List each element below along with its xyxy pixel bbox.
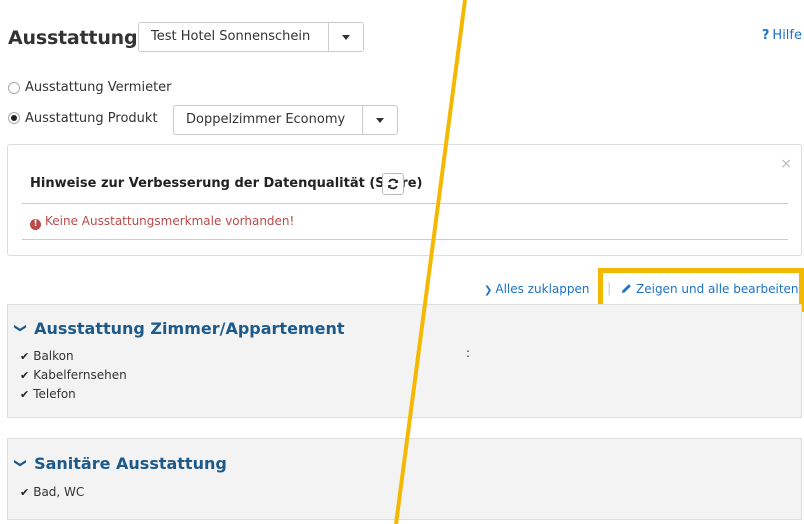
radio-vermieter[interactable] — [8, 82, 20, 94]
list-item: ✔ Telefon — [20, 387, 76, 401]
section-room-header[interactable]: ❯ Ausstattung Zimmer/Appartement — [14, 319, 345, 338]
collapse-all-label: Alles zuklappen — [495, 282, 590, 296]
refresh-icon — [388, 178, 398, 190]
exclamation-icon: ! — [30, 219, 41, 230]
quality-panel-title: Hinweise zur Verbesserung der Datenquali… — [30, 176, 423, 191]
list-item-label: Bad, WC — [33, 485, 85, 499]
page-title: Ausstattung — [8, 27, 138, 49]
radio-produkt-label[interactable]: Ausstattung Produkt — [25, 111, 158, 126]
section-sanitary — [7, 438, 802, 520]
divider — [22, 239, 788, 240]
room-select-value: Doppelzimmer Economy — [186, 112, 346, 127]
list-item-label: Kabelfernsehen — [33, 368, 127, 382]
check-icon: ✔ — [20, 369, 30, 382]
collapse-all-link[interactable]: ❯ Alles zuklappen — [484, 282, 589, 296]
list-item: ✔ Kabelfernsehen — [20, 368, 127, 382]
check-icon: ✔ — [20, 388, 30, 401]
list-item-label: Balkon — [33, 349, 74, 363]
question-icon: ? — [761, 28, 770, 43]
refresh-button[interactable] — [382, 173, 404, 195]
check-icon: ✔ — [20, 350, 30, 363]
close-icon[interactable]: × — [780, 156, 792, 172]
help-link[interactable]: ? Hilfe — [762, 28, 802, 43]
check-icon: ✔ — [20, 486, 30, 499]
list-item: ✔ Balkon — [20, 349, 74, 363]
radio-vermieter-label[interactable]: Ausstattung Vermieter — [25, 80, 172, 95]
divider — [22, 203, 788, 204]
radio-produkt[interactable] — [8, 112, 20, 124]
section-room-title: Ausstattung Zimmer/Appartement — [34, 319, 345, 338]
warning-text: Keine Ausstattungsmerkmale vorhanden! — [45, 214, 295, 228]
chevron-down-icon: ❯ — [14, 322, 29, 334]
room-select[interactable]: Doppelzimmer Economy — [173, 105, 398, 135]
section-sanitary-title: Sanitäre Ausstattung — [34, 454, 227, 473]
list-item: ✔ Bad, WC — [20, 485, 84, 499]
chevron-down-icon: ❯ — [14, 457, 29, 469]
chevron-down-icon: ❯ — [484, 285, 493, 296]
warning-message: ! Keine Ausstattungsmerkmale vorhanden! — [30, 214, 294, 230]
stray-text: : — [466, 346, 471, 360]
hotel-select-value: Test Hotel Sonnenschein — [151, 29, 311, 44]
chevron-down-icon[interactable] — [362, 106, 397, 134]
help-label: Hilfe — [772, 28, 802, 43]
list-item-label: Telefon — [33, 387, 76, 401]
section-sanitary-header[interactable]: ❯ Sanitäre Ausstattung — [14, 454, 227, 473]
chevron-down-icon[interactable] — [328, 23, 363, 51]
hotel-select[interactable]: Test Hotel Sonnenschein — [138, 22, 364, 52]
